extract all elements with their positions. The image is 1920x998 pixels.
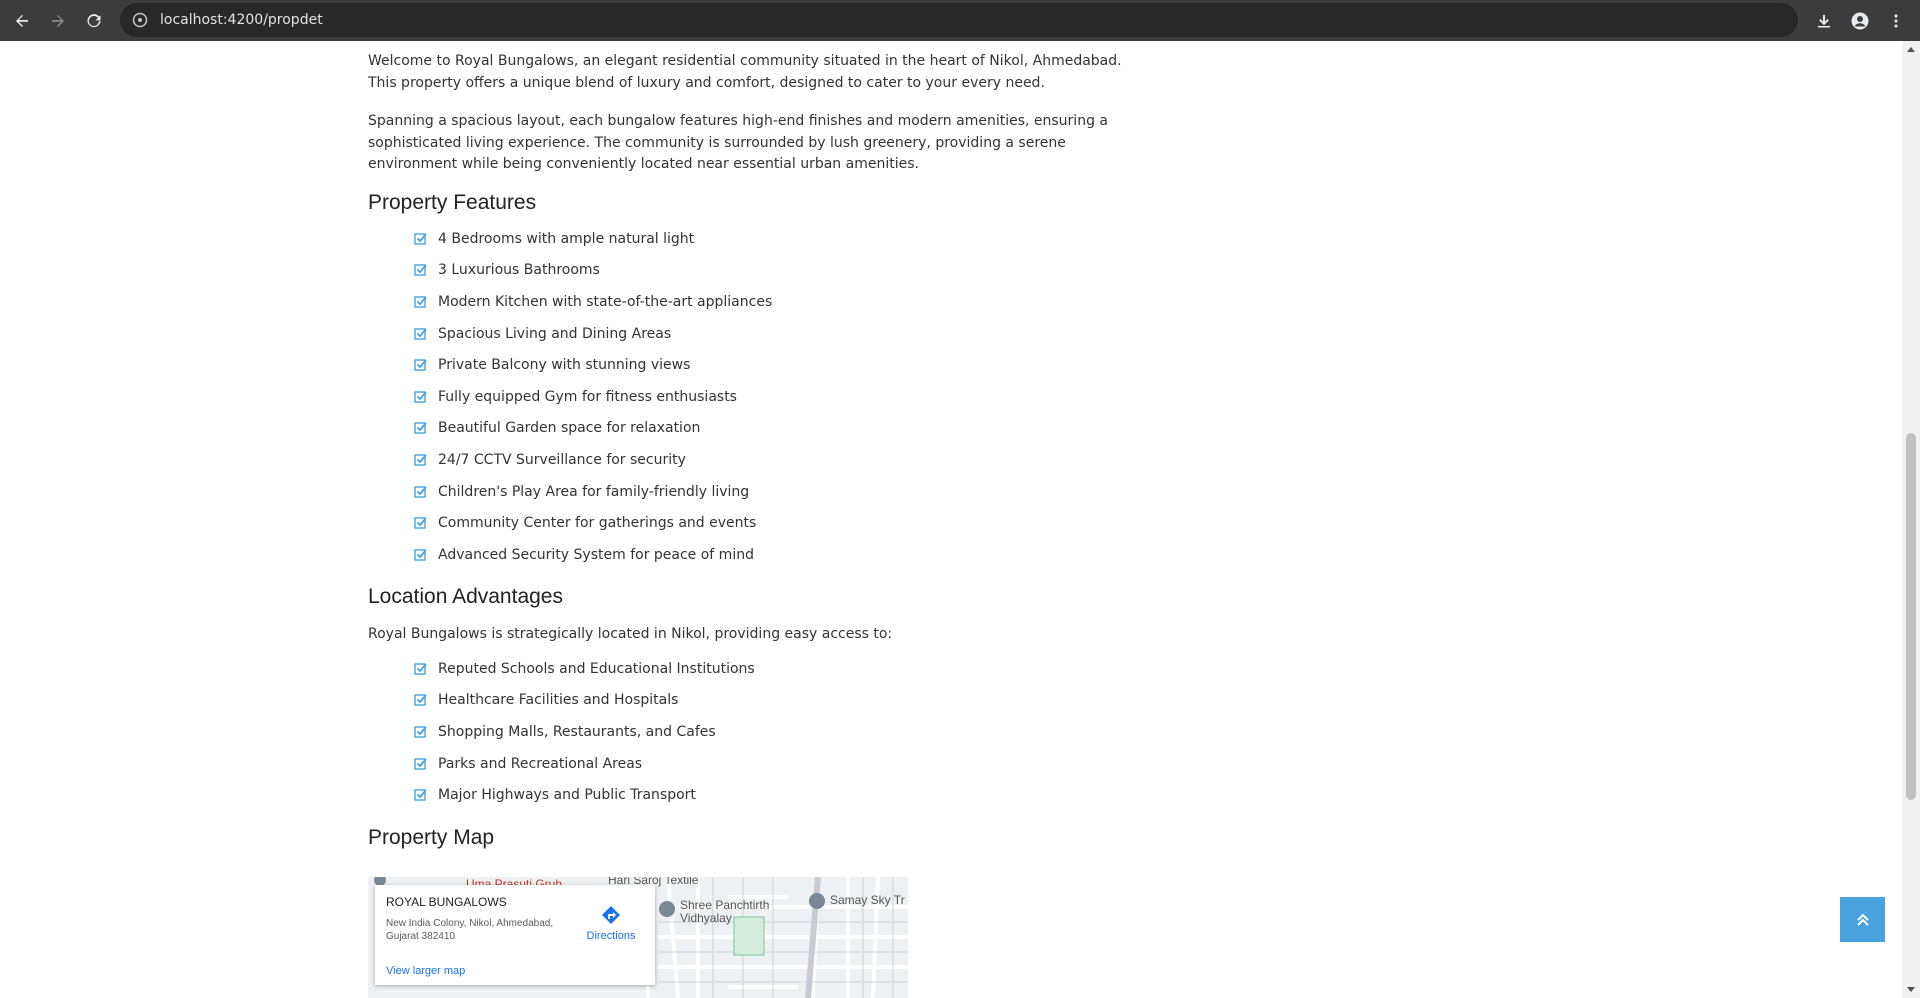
place-address: New India Colony, Nikol, Ahmedabad, Guja… xyxy=(386,918,554,942)
scroll-up-arrow-icon[interactable] xyxy=(1907,47,1915,52)
profile-icon xyxy=(1851,12,1869,30)
forward-button[interactable] xyxy=(40,3,76,39)
list-item: Healthcare Facilities and Hospitals xyxy=(414,685,755,717)
browser-toolbar: localhost:4200/propdet xyxy=(0,0,1920,41)
profile-button[interactable] xyxy=(1842,3,1878,39)
checkbox-icon xyxy=(414,662,428,676)
features-heading: Property Features xyxy=(368,191,537,214)
list-item: Modern Kitchen with state-of-the-art app… xyxy=(414,286,772,318)
list-item: Fully equipped Gym for fitness enthusias… xyxy=(414,381,772,413)
checkbox-icon xyxy=(414,421,428,435)
scroll-down-arrow-icon[interactable] xyxy=(1907,987,1915,992)
map-info-card: ROYAL BUNGALOWS New India Colony, Nikol,… xyxy=(375,885,655,985)
list-item: Shopping Malls, Restaurants, and Cafes xyxy=(414,716,755,748)
description-paragraph: Spanning a spacious layout, each bungalo… xyxy=(368,113,1108,172)
checkbox-icon xyxy=(414,327,428,341)
download-button[interactable] xyxy=(1806,3,1842,39)
back-button[interactable] xyxy=(4,3,40,39)
features-list: 4 Bedrooms with ample natural light 3 Lu… xyxy=(414,223,772,571)
view-larger-map-link[interactable]: View larger map xyxy=(386,965,465,977)
list-item: Major Highways and Public Transport xyxy=(414,779,755,811)
directions-icon xyxy=(602,906,620,924)
location-heading: Location Advantages xyxy=(368,585,563,608)
reload-icon xyxy=(87,13,101,27)
location-intro: Royal Bungalows is strategically located… xyxy=(368,626,893,642)
directions-button[interactable]: Directions xyxy=(581,905,641,942)
checkbox-icon xyxy=(414,295,428,309)
checkbox-icon xyxy=(414,725,428,739)
checkbox-icon xyxy=(414,485,428,499)
list-item: Private Balcony with stunning views xyxy=(414,349,772,381)
site-info-icon[interactable] xyxy=(132,12,148,28)
menu-button[interactable] xyxy=(1878,3,1914,39)
property-map[interactable]: Uma Prasuti Gruh Hari Saroj Textile Shre… xyxy=(368,877,908,998)
list-item: 24/7 CCTV Surveillance for security xyxy=(414,444,772,476)
checkbox-icon xyxy=(414,358,428,372)
checkbox-icon xyxy=(414,788,428,802)
list-item: Spacious Living and Dining Areas xyxy=(414,318,772,350)
checkbox-icon xyxy=(414,263,428,277)
checkbox-icon xyxy=(414,516,428,530)
arrow-right-icon xyxy=(52,14,64,27)
list-item: Beautiful Garden space for relaxation xyxy=(414,413,772,445)
place-name: ROYAL BUNGALOWS xyxy=(386,895,507,909)
map-label-panchtirth: Shree Panchtirth Vidhyalay xyxy=(680,898,770,925)
double-chevron-up-icon xyxy=(1856,913,1869,926)
checkbox-icon xyxy=(414,232,428,246)
download-icon xyxy=(1818,15,1830,28)
checkbox-icon xyxy=(414,453,428,467)
list-item: Reputed Schools and Educational Institut… xyxy=(414,653,755,685)
list-item: Children's Play Area for family-friendly… xyxy=(414,476,772,508)
scrollbar-thumb[interactable] xyxy=(1906,433,1916,800)
map-heading: Property Map xyxy=(368,826,495,849)
list-item: 3 Luxurious Bathrooms xyxy=(414,255,772,287)
back-to-top-button[interactable] xyxy=(1840,897,1885,942)
map-label-samay: Samay Sky Tr xyxy=(830,893,905,907)
checkbox-icon xyxy=(414,757,428,771)
more-vert-icon xyxy=(1894,14,1898,28)
page-scrollbar[interactable] xyxy=(1902,41,1920,998)
list-item: Community Center for gatherings and even… xyxy=(414,507,772,539)
arrow-left-icon xyxy=(16,14,28,27)
list-item: 4 Bedrooms with ample natural light xyxy=(414,223,772,255)
intro-paragraph: Welcome to Royal Bungalows, an elegant r… xyxy=(368,53,1122,91)
reload-button[interactable] xyxy=(76,3,112,39)
list-item: Parks and Recreational Areas xyxy=(414,748,755,780)
checkbox-icon xyxy=(414,548,428,562)
directions-label: Directions xyxy=(586,930,636,942)
address-bar[interactable]: localhost:4200/propdet xyxy=(120,3,1798,37)
location-list: Reputed Schools and Educational Institut… xyxy=(414,653,755,811)
page-viewport: Welcome to Royal Bungalows, an elegant r… xyxy=(0,41,1902,998)
checkbox-icon xyxy=(414,693,428,707)
checkbox-icon xyxy=(414,390,428,404)
url-text: localhost:4200/propdet xyxy=(160,12,323,28)
list-item: Advanced Security System for peace of mi… xyxy=(414,539,772,571)
